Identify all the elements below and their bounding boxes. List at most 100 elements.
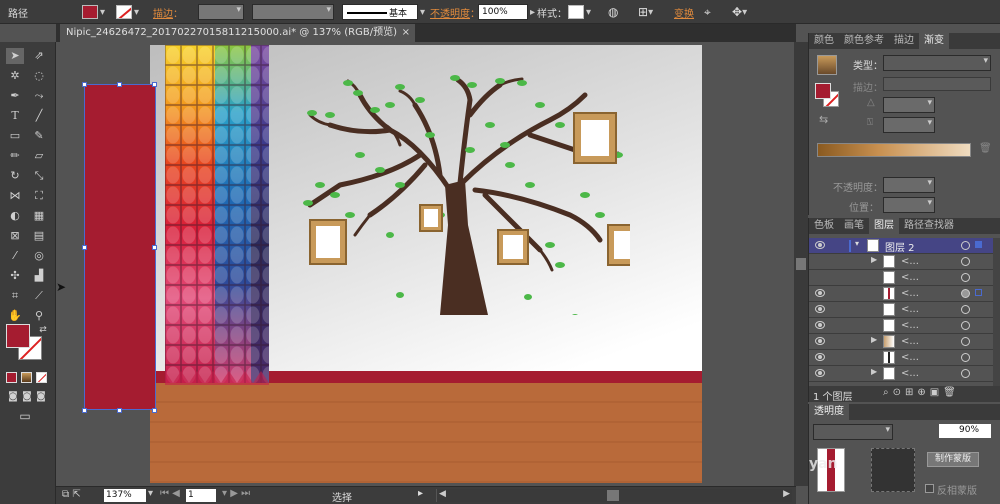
tab-gradient[interactable]: 渐变	[919, 33, 949, 49]
pen-tool-icon[interactable]: ✒	[6, 88, 24, 104]
tab-color[interactable]: 颜色	[809, 33, 839, 49]
tab-transparency[interactable]: 透明度	[809, 404, 849, 420]
symbol-sprayer-icon[interactable]: ✣	[6, 268, 24, 284]
lasso-icon[interactable]: ◌	[30, 68, 48, 84]
make-mask-button[interactable]: 制作蒙版	[927, 452, 979, 467]
visibility-eye-icon[interactable]	[815, 305, 825, 313]
target-circle-icon[interactable]	[961, 369, 970, 378]
transform-label[interactable]: 变换	[674, 3, 694, 21]
layer-item-name[interactable]: <...	[901, 272, 919, 283]
selection-handle[interactable]	[117, 408, 122, 413]
selection-handle[interactable]	[152, 82, 157, 87]
selection-square-icon[interactable]	[975, 241, 982, 248]
layers-scrollbar[interactable]	[993, 238, 1000, 386]
target-circle-icon[interactable]	[961, 353, 970, 362]
layer-footer-icons[interactable]: ⌕⊙⊞⊕▣🗑	[883, 387, 960, 398]
gradient-tool-icon[interactable]: ▤	[30, 228, 48, 244]
layer-row-selected[interactable]: <...	[809, 286, 993, 302]
opacity-label[interactable]: 不透明度：	[430, 3, 480, 21]
stroke-gradient-buttons[interactable]	[883, 77, 991, 91]
eraser-icon[interactable]: ▱	[30, 148, 48, 164]
mesh-tool-icon[interactable]: ⊠	[6, 228, 24, 244]
target-circle-icon[interactable]	[961, 337, 970, 346]
layer-row[interactable]: ▶ <...	[809, 334, 993, 350]
blend-mode-dropdown[interactable]	[813, 424, 893, 440]
gradient-slider[interactable]	[817, 143, 971, 157]
document-tab[interactable]: Nipic_24626472_20170227015811215000.ai* …	[60, 24, 415, 42]
status-left-icons[interactable]: ⧉ ⇱	[62, 489, 81, 500]
target-circle-icon[interactable]	[961, 273, 970, 282]
selection-handle[interactable]	[82, 245, 87, 250]
layer-name[interactable]: 图层 2	[885, 239, 915, 254]
gradient-mode-button[interactable]	[21, 372, 32, 383]
horizontal-scrollbar[interactable]: ◀ ▶	[436, 489, 792, 502]
status-mode[interactable]: 选择	[332, 489, 352, 504]
selection-square-icon[interactable]	[975, 289, 982, 296]
hscroll-thumb[interactable]	[607, 490, 619, 501]
gradient-opacity-field[interactable]	[883, 177, 935, 193]
layer-item-name[interactable]: <...	[901, 304, 919, 315]
hscroll-right-icon[interactable]: ▶	[783, 489, 790, 499]
visibility-eye-icon[interactable]	[815, 241, 825, 249]
slice-tool-icon[interactable]: ⟋	[30, 288, 48, 304]
direct-selection-tool-icon[interactable]: ⇗	[30, 48, 48, 64]
tab-layers[interactable]: 图层	[869, 218, 899, 234]
swap-colors-icon[interactable]: ⇄	[34, 322, 52, 338]
expand-triangle-icon[interactable]: ▶	[871, 255, 877, 264]
artboard-nav-prev[interactable]: ⏮ ◀	[160, 488, 180, 499]
stroke-weight-field[interactable]	[198, 3, 244, 21]
mask-thumbnail[interactable]	[871, 448, 915, 492]
visibility-eye-icon[interactable]	[815, 289, 825, 297]
gradient-type-dropdown[interactable]	[883, 55, 991, 71]
visibility-eye-icon[interactable]	[815, 369, 825, 377]
width-tool-icon[interactable]: ⋈	[6, 188, 24, 204]
free-transform-icon[interactable]: ⛶	[30, 188, 48, 204]
target-circle-icon[interactable]	[961, 305, 970, 314]
tab-pathfinder[interactable]: 路径查找器	[899, 218, 959, 234]
isolate-icon[interactable]: ⌖	[704, 3, 711, 21]
variable-width-dropdown[interactable]	[252, 3, 334, 21]
angle-field[interactable]	[883, 97, 935, 113]
artboard-tool-icon[interactable]: ⌗	[6, 288, 24, 304]
layer-row[interactable]: <...	[809, 302, 993, 318]
target-circle-icon[interactable]	[961, 321, 970, 330]
scroll-thumb[interactable]	[796, 258, 806, 270]
selected-rectangle[interactable]	[84, 84, 156, 410]
pencil-tool-icon[interactable]: ✏	[6, 148, 24, 164]
hand-tool-icon[interactable]: ✋	[6, 308, 24, 324]
visibility-eye-icon[interactable]	[815, 337, 825, 345]
hscroll-left-icon[interactable]: ◀	[439, 489, 446, 499]
selection-handle[interactable]	[117, 82, 122, 87]
zoom-dropdown-icon[interactable]: ▾	[148, 488, 153, 499]
layer-row[interactable]: <...	[809, 270, 993, 286]
artboard-nav-next[interactable]: ▾ ▶ ⏭	[222, 488, 250, 499]
blend-tool-icon[interactable]: ◎	[30, 248, 48, 264]
brush-dropdown[interactable]: 基本 ▾	[342, 3, 425, 21]
fill-swatch[interactable]: ▾	[82, 3, 105, 21]
layer-row-parent[interactable]: ▾ 图层 2	[809, 238, 993, 254]
rotate-tool-icon[interactable]: ↻	[6, 168, 24, 184]
status-arrow-icon[interactable]: ▸	[418, 488, 423, 499]
expand-triangle-icon[interactable]: ▶	[871, 367, 877, 376]
layer-row[interactable]: ▶ <...	[809, 254, 993, 270]
curvature-tool-icon[interactable]: ⤳	[30, 88, 48, 104]
delete-stop-icon[interactable]: 🗑	[979, 143, 992, 154]
recolor-icon[interactable]: ◍	[608, 3, 618, 21]
close-tab-icon[interactable]: ×	[402, 24, 410, 42]
canvas-area[interactable]: ➤	[56, 42, 794, 486]
expand-triangle-icon[interactable]: ▾	[855, 239, 859, 248]
layer-item-name[interactable]: <...	[901, 256, 919, 267]
selection-tool-icon[interactable]: ➤	[6, 48, 24, 64]
style-swatch[interactable]: ▾	[568, 3, 591, 21]
target-circle-icon[interactable]	[961, 289, 970, 298]
shape-builder-icon[interactable]: ◐	[6, 208, 24, 224]
fill-indicator[interactable]	[815, 83, 831, 99]
selection-handle[interactable]	[82, 408, 87, 413]
layer-row[interactable]: <...	[809, 318, 993, 334]
vertical-scrollbar[interactable]	[794, 42, 808, 486]
paintbrush-icon[interactable]: ✎	[30, 128, 48, 144]
line-tool-icon[interactable]: ╱	[30, 108, 48, 124]
transparency-opacity-field[interactable]: 90%	[939, 424, 991, 438]
target-circle-icon[interactable]	[961, 257, 970, 266]
opacity-field[interactable]: 100% ▸	[478, 3, 535, 21]
